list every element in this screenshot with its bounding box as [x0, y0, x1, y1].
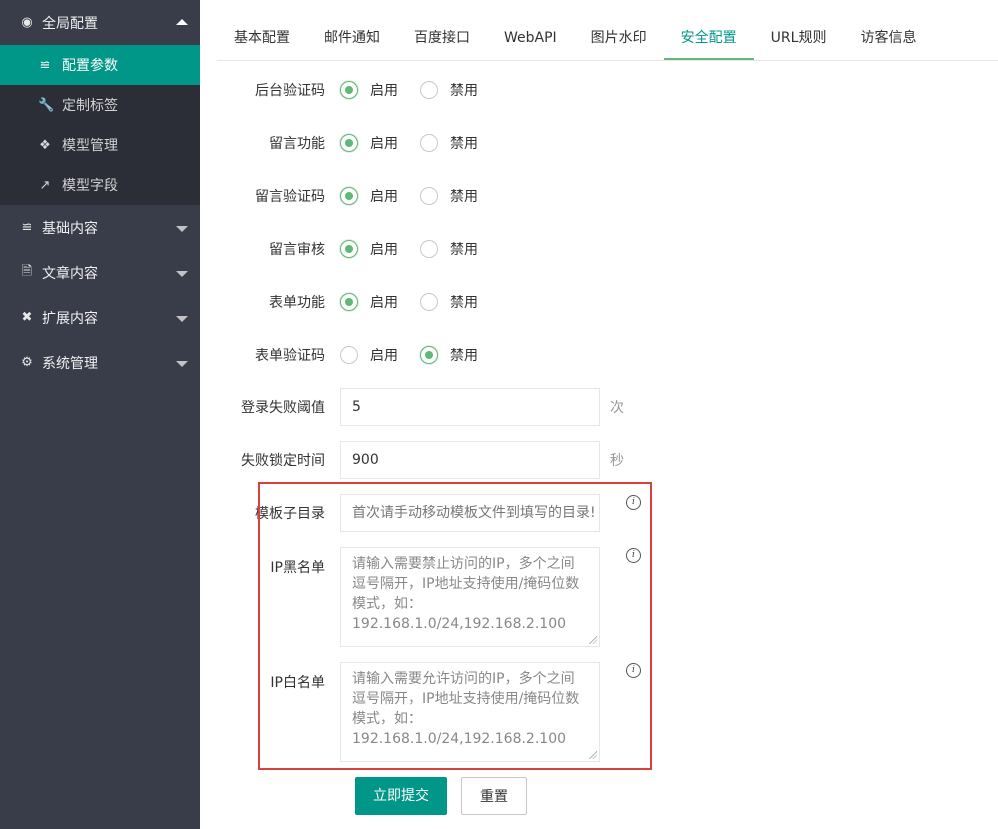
- submit-button[interactable]: 立即提交: [355, 777, 447, 815]
- radio-admin-captcha-disable[interactable]: 禁用: [420, 80, 482, 100]
- tab-baidu-api[interactable]: 百度接口: [397, 18, 487, 59]
- globe-icon: ◉: [21, 15, 33, 30]
- form-row-message-function: 留言功能 启用 禁用: [217, 133, 500, 153]
- unit-label: 次: [610, 400, 624, 416]
- nav-group-global-config[interactable]: ◉ 全局配置: [0, 0, 200, 45]
- tab-url-rules[interactable]: URL规则: [754, 18, 844, 59]
- tab-email-notify[interactable]: 邮件通知: [307, 18, 397, 59]
- radio-unchecked-icon: [420, 240, 438, 258]
- form-row-login-fail-threshold: 登录失败阈值 5 次: [217, 388, 624, 426]
- tab-security-config[interactable]: 安全配置: [663, 18, 754, 60]
- radio-message-captcha-disable[interactable]: 禁用: [420, 186, 482, 206]
- sliders-icon: ≌: [21, 220, 33, 235]
- sidebar-item-custom-tags[interactable]: 🔧 定制标签: [0, 85, 200, 125]
- highlight-box: [258, 482, 652, 770]
- radio-checked-icon: [340, 81, 358, 99]
- cube-icon: ❖: [39, 137, 51, 153]
- reset-button[interactable]: 重置: [461, 777, 527, 815]
- radio-message-review-enable[interactable]: 启用: [340, 239, 402, 259]
- radio-checked-icon: [340, 134, 358, 152]
- radio-unchecked-icon: [420, 134, 438, 152]
- sidebar-item-config-params[interactable]: ≌ 配置参数: [0, 45, 200, 85]
- form-row-message-review: 留言审核 启用 禁用: [217, 239, 500, 259]
- lock-time-input[interactable]: 900: [340, 441, 600, 479]
- sidebar-item-model-manage[interactable]: ❖ 模型管理: [0, 125, 200, 165]
- gear-icon: ⚙: [21, 355, 33, 370]
- wrench-icon: 🔧: [38, 97, 55, 113]
- tab-basic-config[interactable]: 基本配置: [217, 18, 307, 59]
- sub-menu-global-config: ≌ 配置参数 🔧 定制标签 ❖ 模型管理 ↗ 模型字段: [0, 45, 200, 205]
- radio-message-function-disable[interactable]: 禁用: [420, 133, 482, 153]
- expand-icon: ✖: [21, 310, 33, 325]
- radio-message-review-disable[interactable]: 禁用: [420, 239, 482, 259]
- form-row-form-function: 表单功能 启用 禁用: [217, 292, 500, 312]
- radio-message-captcha-enable[interactable]: 启用: [340, 186, 402, 206]
- unit-label: 秒: [610, 453, 624, 469]
- radio-checked-icon: [340, 240, 358, 258]
- radio-form-captcha-disable[interactable]: 禁用: [420, 345, 482, 365]
- radio-unchecked-icon: [420, 293, 438, 311]
- radio-checked-icon: [340, 293, 358, 311]
- login-fail-threshold-input[interactable]: 5: [340, 388, 600, 426]
- caret-down-icon: [176, 225, 188, 232]
- radio-admin-captcha-enable[interactable]: 启用: [340, 80, 402, 100]
- sidebar: ◉ 全局配置 ≌ 配置参数 🔧 定制标签 ❖ 模型管理 ↗ 模型字段 ≌ 基础内…: [0, 0, 200, 829]
- nav-group-system-manage[interactable]: ⚙ 系统管理: [0, 340, 200, 385]
- radio-unchecked-icon: [420, 187, 438, 205]
- nav-group-basic-content[interactable]: ≌ 基础内容: [0, 205, 200, 250]
- tab-webapi[interactable]: WebAPI: [487, 18, 574, 59]
- radio-unchecked-icon: [420, 81, 438, 99]
- caret-down-icon: [176, 360, 188, 367]
- radio-unchecked-icon: [340, 346, 358, 364]
- tab-visitor-info[interactable]: 访客信息: [843, 18, 933, 59]
- document-icon: 🗎: [21, 263, 33, 279]
- radio-checked-icon: [420, 346, 438, 364]
- nav-group-article-content[interactable]: 🗎 文章内容: [0, 250, 200, 295]
- tab-bar: 基本配置 邮件通知 百度接口 WebAPI 图片水印 安全配置 URL规则 访客…: [217, 18, 998, 61]
- form-row-message-captcha: 留言验证码 启用 禁用: [217, 186, 500, 206]
- form-row-lock-time: 失败锁定时间 900 秒: [217, 441, 624, 479]
- form-row-form-captcha: 表单验证码 启用 禁用: [217, 345, 500, 365]
- form-row-admin-captcha: 后台验证码 启用 禁用: [217, 80, 500, 100]
- tab-image-watermark[interactable]: 图片水印: [574, 18, 664, 59]
- nav-group-extended-content[interactable]: ✖ 扩展内容: [0, 295, 200, 340]
- sliders-icon: ≌: [39, 57, 51, 73]
- external-link-icon: ↗: [39, 177, 51, 193]
- radio-message-function-enable[interactable]: 启用: [340, 133, 402, 153]
- caret-up-icon: [176, 18, 188, 25]
- caret-down-icon: [176, 270, 188, 277]
- radio-form-captcha-enable[interactable]: 启用: [340, 345, 402, 365]
- caret-down-icon: [176, 315, 188, 322]
- radio-checked-icon: [340, 187, 358, 205]
- radio-form-function-enable[interactable]: 启用: [340, 292, 402, 312]
- sidebar-item-model-fields[interactable]: ↗ 模型字段: [0, 165, 200, 205]
- radio-form-function-disable[interactable]: 禁用: [420, 292, 482, 312]
